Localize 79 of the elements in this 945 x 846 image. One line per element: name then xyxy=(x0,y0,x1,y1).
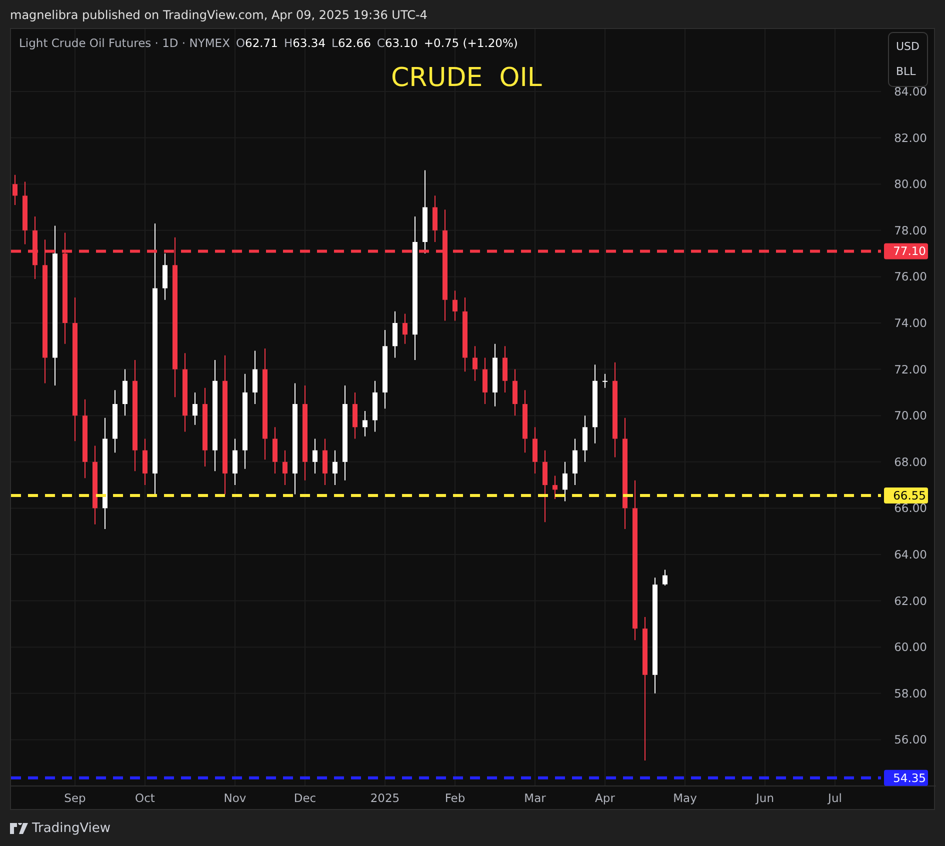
price-label: 68.00 xyxy=(894,454,927,469)
date-label: Sep xyxy=(64,791,86,805)
candlestick xyxy=(362,410,368,437)
candlestick xyxy=(562,461,568,502)
price-change: +0.75 (+1.20%) xyxy=(424,36,518,50)
candlestick xyxy=(602,373,608,388)
tradingview-logo-icon xyxy=(10,823,28,834)
price-label: 60.00 xyxy=(894,640,927,654)
candlestick xyxy=(122,368,128,416)
candlestick xyxy=(662,569,668,586)
candlestick xyxy=(282,450,288,486)
candlestick xyxy=(272,426,278,474)
price-tag: 77.10 xyxy=(884,243,928,260)
date-label: Feb xyxy=(444,791,466,805)
scale-button[interactable]: USD xyxy=(889,35,927,60)
ref-line-label: 54.35 xyxy=(893,770,926,785)
candlestick xyxy=(372,380,378,432)
price-label: 76.00 xyxy=(894,270,927,284)
price-label: 78.00 xyxy=(894,223,927,238)
publish-info: magnelibra published on TradingView.com, Apr 09, 2025 19:36 UTC-4 xyxy=(10,8,428,22)
symbol-info: Light Crude Oil Futures · 1D · NYMEX xyxy=(19,36,230,50)
date-label: Mar xyxy=(524,791,546,805)
candlestick xyxy=(502,346,508,393)
price-tag: 54.35 xyxy=(884,770,928,786)
candlestick xyxy=(112,390,118,454)
candlestick xyxy=(452,290,458,322)
candlestick xyxy=(552,475,558,500)
price-label: 84.00 xyxy=(894,84,927,98)
price-tag: 66.55 xyxy=(884,487,928,504)
candlestick xyxy=(232,438,238,486)
ohlc-value: C63.10 xyxy=(376,36,418,50)
price-label: 74.00 xyxy=(894,316,927,330)
price-label: 58.00 xyxy=(894,686,927,700)
ohlc-value: L62.66 xyxy=(332,36,371,50)
ref-line-label: 77.10 xyxy=(893,244,926,258)
price-label: 62.00 xyxy=(894,594,927,608)
ohlc-value: H63.34 xyxy=(284,36,326,50)
candlestick xyxy=(192,392,198,426)
candlestick xyxy=(312,438,318,474)
date-label: Oct xyxy=(135,791,155,805)
price-label: 82.00 xyxy=(894,130,927,145)
candlestick xyxy=(402,313,408,344)
brand-name: TradingView xyxy=(32,820,111,838)
candlestick xyxy=(572,438,578,486)
candlestick xyxy=(392,310,398,358)
candlestick xyxy=(162,253,168,300)
ref-line-label: 66.55 xyxy=(893,488,926,502)
candlestick xyxy=(12,174,18,206)
candlestick xyxy=(252,350,258,405)
candlestick xyxy=(472,346,478,382)
date-label: Apr xyxy=(595,791,615,805)
candlestick xyxy=(582,415,588,462)
candlestick xyxy=(482,357,488,405)
candlestick xyxy=(332,450,338,486)
date-label: Nov xyxy=(224,791,246,805)
candlestick xyxy=(512,368,518,416)
date-label: 2025 xyxy=(370,791,400,805)
candlestick xyxy=(432,195,438,242)
date-label: Jul xyxy=(828,791,842,805)
ohlc-value: O62.71 xyxy=(236,36,278,50)
candlestick xyxy=(522,390,528,454)
candlestick xyxy=(32,216,38,280)
price-label: 72.00 xyxy=(894,362,927,376)
price-label: 66.00 xyxy=(894,501,927,516)
price-label: 70.00 xyxy=(894,408,927,423)
candlestick xyxy=(532,426,538,474)
candlestick xyxy=(322,438,328,486)
date-label: Jun xyxy=(756,791,774,805)
candlestick xyxy=(22,181,28,245)
date-label: May xyxy=(673,791,697,805)
date-label: Dec xyxy=(294,791,316,805)
candlestick xyxy=(492,343,498,407)
scale-button[interactable]: BLL xyxy=(889,60,923,84)
candlestick xyxy=(142,438,148,486)
price-label: 56.00 xyxy=(894,732,927,747)
price-label: 80.00 xyxy=(894,177,927,192)
candlestick xyxy=(352,392,358,440)
chart-title: CRUDE OIL xyxy=(391,62,542,95)
price-label: 64.00 xyxy=(894,548,927,562)
